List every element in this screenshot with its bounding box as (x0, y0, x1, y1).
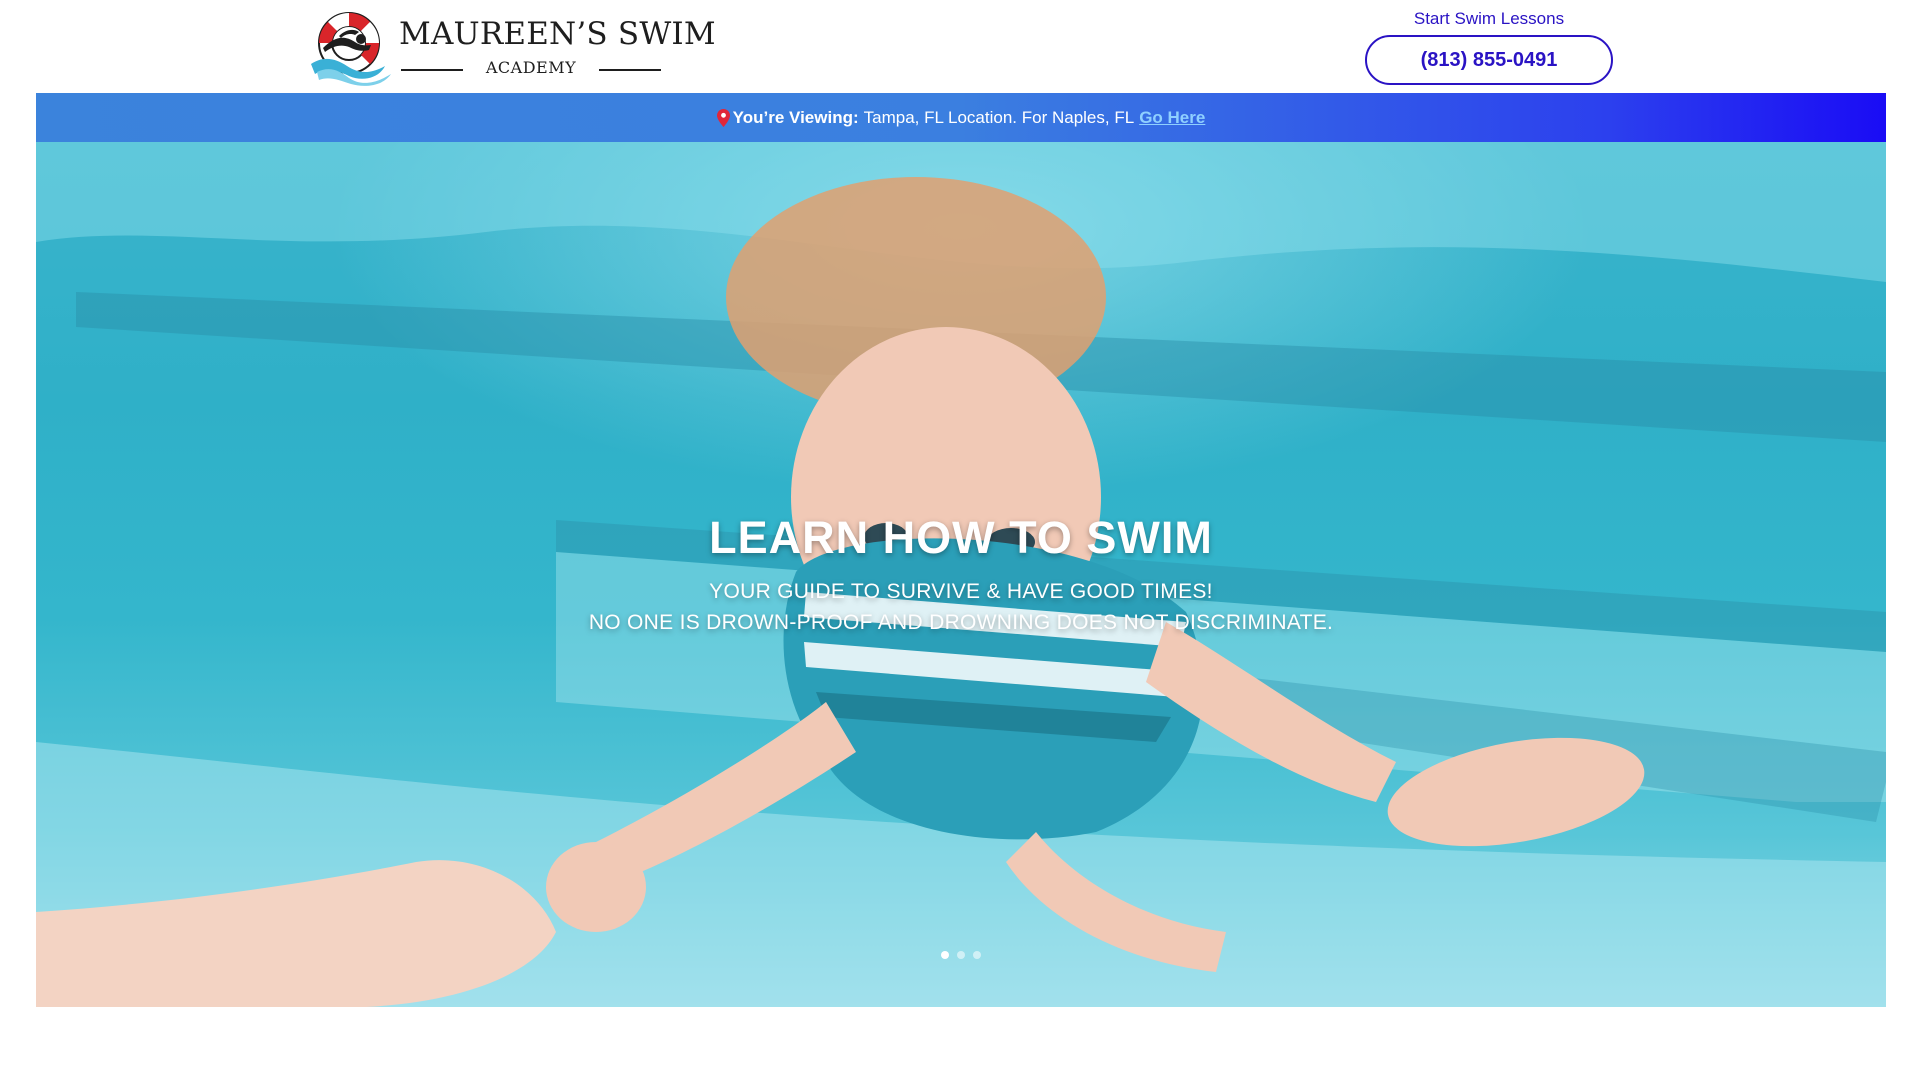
phone-button[interactable]: (813) 855-0491 (1365, 35, 1613, 85)
slider-pagination (36, 951, 1886, 959)
site-logo[interactable]: MAUREEN’S SWIM ACADEMY (309, 8, 716, 86)
header-cta: Start Swim Lessons (813) 855-0491 (1364, 8, 1614, 85)
slider-dot-2[interactable] (957, 951, 965, 959)
logo-subtitle: ACADEMY (401, 59, 661, 79)
site-header: MAUREEN’S SWIM ACADEMY Start Swim Lesson… (0, 0, 1920, 93)
slider-dot-3[interactable] (973, 951, 981, 959)
slider-dot-1[interactable] (941, 951, 949, 959)
logo-subtitle-text: ACADEMY (485, 58, 577, 77)
location-text: Tampa, FL Location. For Naples, FL (863, 107, 1135, 127)
hero-subtitle-line-1: YOUR GUIDE TO SURVIVE & HAVE GOOD TIMES! (709, 580, 1213, 603)
hero-slider: LEARN HOW TO SWIM YOUR GUIDE TO SURVIVE … (36, 142, 1886, 1007)
logo-wordmark: MAUREEN’S SWIM (399, 16, 716, 52)
location-prefix: You’re Viewing: (732, 107, 859, 127)
hero-subtitle: YOUR GUIDE TO SURVIVE & HAVE GOOD TIMES!… (36, 576, 1886, 638)
lifebuoy-swimmer-icon (311, 12, 391, 86)
hero-title: LEARN HOW TO SWIM (709, 512, 1213, 563)
cta-label: Start Swim Lessons (1413, 9, 1565, 28)
hero-content: LEARN HOW TO SWIM YOUR GUIDE TO SURVIVE … (36, 510, 1886, 638)
logo-rule-right (599, 69, 661, 71)
naples-location-link[interactable]: Go Here (1139, 108, 1205, 128)
hero-subtitle-line-2: NO ONE IS DROWN-PROOF AND DROWNING DOES … (588, 611, 1334, 634)
location-bar: You’re Viewing: Tampa, FL Location. For … (36, 93, 1886, 142)
map-pin-icon (716, 108, 730, 127)
